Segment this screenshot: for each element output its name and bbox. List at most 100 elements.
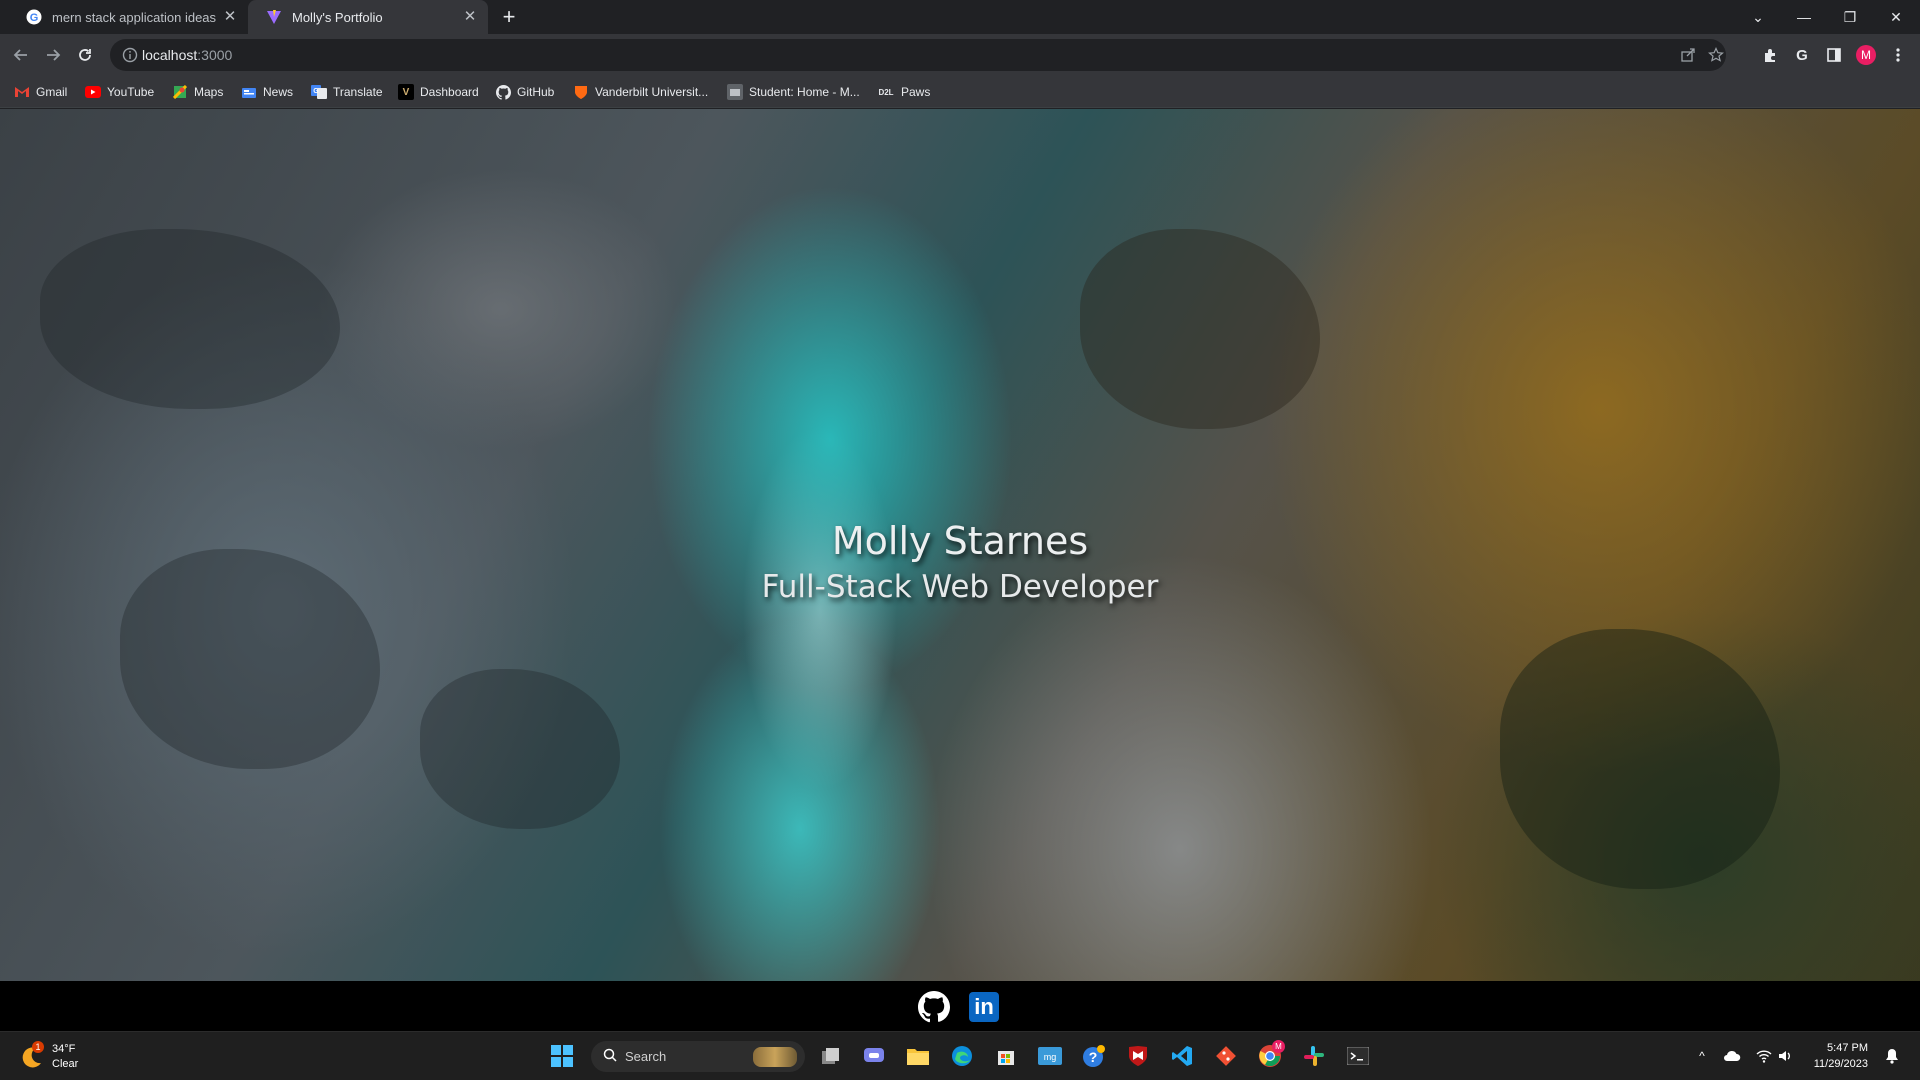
side-panel-icon[interactable] [1822,43,1846,67]
url-host: localhost [142,47,198,63]
linkedin-logo-text: in [969,992,999,1022]
tab-title: Molly's Portfolio [292,9,383,25]
bookmark-maps[interactable]: Maps [172,83,223,101]
close-window-icon[interactable]: ✕ [1873,0,1919,34]
bookmark-label: Paws [901,85,931,99]
site-info-icon[interactable] [122,47,138,63]
menu-kebab-icon[interactable] [1886,43,1910,67]
store-icon[interactable] [990,1040,1022,1072]
tab-search-chevron-icon[interactable]: ⌄ [1735,0,1781,34]
youtube-icon [85,84,101,100]
bookmark-github[interactable]: GitHub [495,83,554,101]
url-text[interactable]: localhost:3000 [142,47,232,63]
taskbar-search[interactable]: Search [591,1041,805,1072]
moon-weather-icon: 1 [18,1041,44,1070]
volume-icon[interactable] [1776,1046,1796,1066]
url-port: :3000 [197,47,233,63]
vanderbilt-icon: V [398,84,414,100]
background-rock [1080,229,1320,429]
bookmark-news[interactable]: News [241,83,293,101]
help-icon[interactable]: ? [1078,1040,1110,1072]
tray-overflow-chevron-icon[interactable]: ^ [1692,1046,1712,1066]
bookmark-youtube[interactable]: YouTube [85,83,154,101]
tab-portfolio[interactable]: Molly's Portfolio ✕ [248,0,488,34]
background-rock [1500,629,1780,889]
extensions-icon[interactable] [1758,43,1782,67]
hero-text: Molly Starnes Full-Stack Web Developer [0,519,1920,605]
bookmark-star-icon[interactable] [1708,47,1724,63]
minimize-icon[interactable]: — [1781,0,1827,34]
chrome-icon[interactable]: M [1254,1040,1286,1072]
address-bar[interactable]: localhost:3000 [110,39,1726,71]
task-view-icon[interactable] [815,1040,847,1072]
bookmark-gmail[interactable]: Gmail [14,83,67,101]
teams-chat-icon[interactable] [858,1040,890,1072]
mcafee-icon[interactable] [1122,1040,1154,1072]
page-footer: in [0,981,1920,1031]
svg-text:G: G [30,12,39,24]
tab-google-search[interactable]: G mern stack application ideas - G ✕ [8,0,248,34]
weather-temp: 34°F [52,1043,76,1055]
slack-icon[interactable] [1298,1040,1330,1072]
bookmark-label: Gmail [36,85,68,99]
new-tab-button[interactable]: + [496,6,522,28]
bookmark-student-home[interactable]: Student: Home - M... [727,83,860,101]
weather-condition: Clear [52,1058,79,1070]
paws-icon: D2L [878,87,894,97]
bookmark-paws[interactable]: D2L Paws [877,83,930,101]
wifi-icon[interactable] [1754,1046,1774,1066]
restore-icon[interactable]: ❐ [1827,0,1873,34]
vscode-icon[interactable] [1166,1040,1198,1072]
clock-time: 5:47 PM [1827,1042,1868,1054]
edge-icon[interactable] [946,1040,978,1072]
bookmark-translate[interactable]: G Translate [311,83,383,101]
bookmark-label: Translate [333,85,383,99]
grammarly-icon[interactable]: G [1790,43,1814,67]
notification-bell-icon[interactable] [1882,1046,1902,1066]
file-explorer-icon[interactable] [902,1040,934,1072]
back-icon[interactable] [9,43,33,67]
reload-icon[interactable] [73,43,97,67]
github-icon [495,84,511,100]
tab-strip: G mern stack application ideas - G ✕ Mol… [0,0,1920,34]
github-icon[interactable] [917,990,951,1024]
bookmark-vanderbilt[interactable]: Vanderbilt Universit... [573,83,708,101]
close-icon[interactable]: ✕ [462,9,478,25]
terminal-icon[interactable] [1342,1040,1374,1072]
svg-text:?: ? [1089,1049,1098,1065]
search-label: Search [625,1049,667,1064]
background-rock [420,669,620,829]
chrome-profile-badge: M [1272,1040,1285,1053]
share-icon[interactable] [1680,47,1696,63]
search-icon [603,1048,617,1065]
mysql-workbench-icon[interactable]: mg [1034,1040,1066,1072]
bookmark-label: News [263,85,294,99]
chrome-logo: M [1258,1040,1285,1068]
windows-taskbar: 1 34°F Clear Search mg ? M ^ 5:47 PM 11/… [0,1031,1920,1080]
bookmark-label: Maps [194,85,224,99]
background-rock [40,229,340,409]
bookmark-label: Vanderbilt Universit... [595,85,709,99]
vite-icon [266,9,282,25]
weather-badge: 1 [32,1041,44,1053]
student-icon [727,84,743,100]
onedrive-icon[interactable] [1722,1046,1742,1066]
svg-text:G: G [1796,47,1808,64]
gmail-icon [14,84,30,100]
git-icon[interactable] [1210,1040,1242,1072]
browser-toolbar: localhost:3000 G M [0,34,1920,76]
maps-icon [172,84,188,100]
weather-widget[interactable]: 1 34°F Clear [18,1040,78,1074]
profile-avatar[interactable]: M [1854,43,1878,67]
windows-start-icon[interactable] [546,1040,578,1072]
weather-text: 34°F Clear [52,1042,78,1072]
taskbar-clock[interactable]: 5:47 PM 11/29/2023 [1806,1040,1868,1072]
forward-icon[interactable] [41,43,65,67]
bookmark-dashboard[interactable]: V Dashboard [398,83,479,101]
bookmark-label: Dashboard [420,85,479,99]
linkedin-icon[interactable]: in [967,990,1001,1024]
tab-title: mern stack application ideas - G [52,9,216,25]
page-subtitle: Full-Stack Web Developer [761,569,1159,605]
close-icon[interactable]: ✕ [222,9,238,25]
profile-initial: M [1856,45,1876,65]
